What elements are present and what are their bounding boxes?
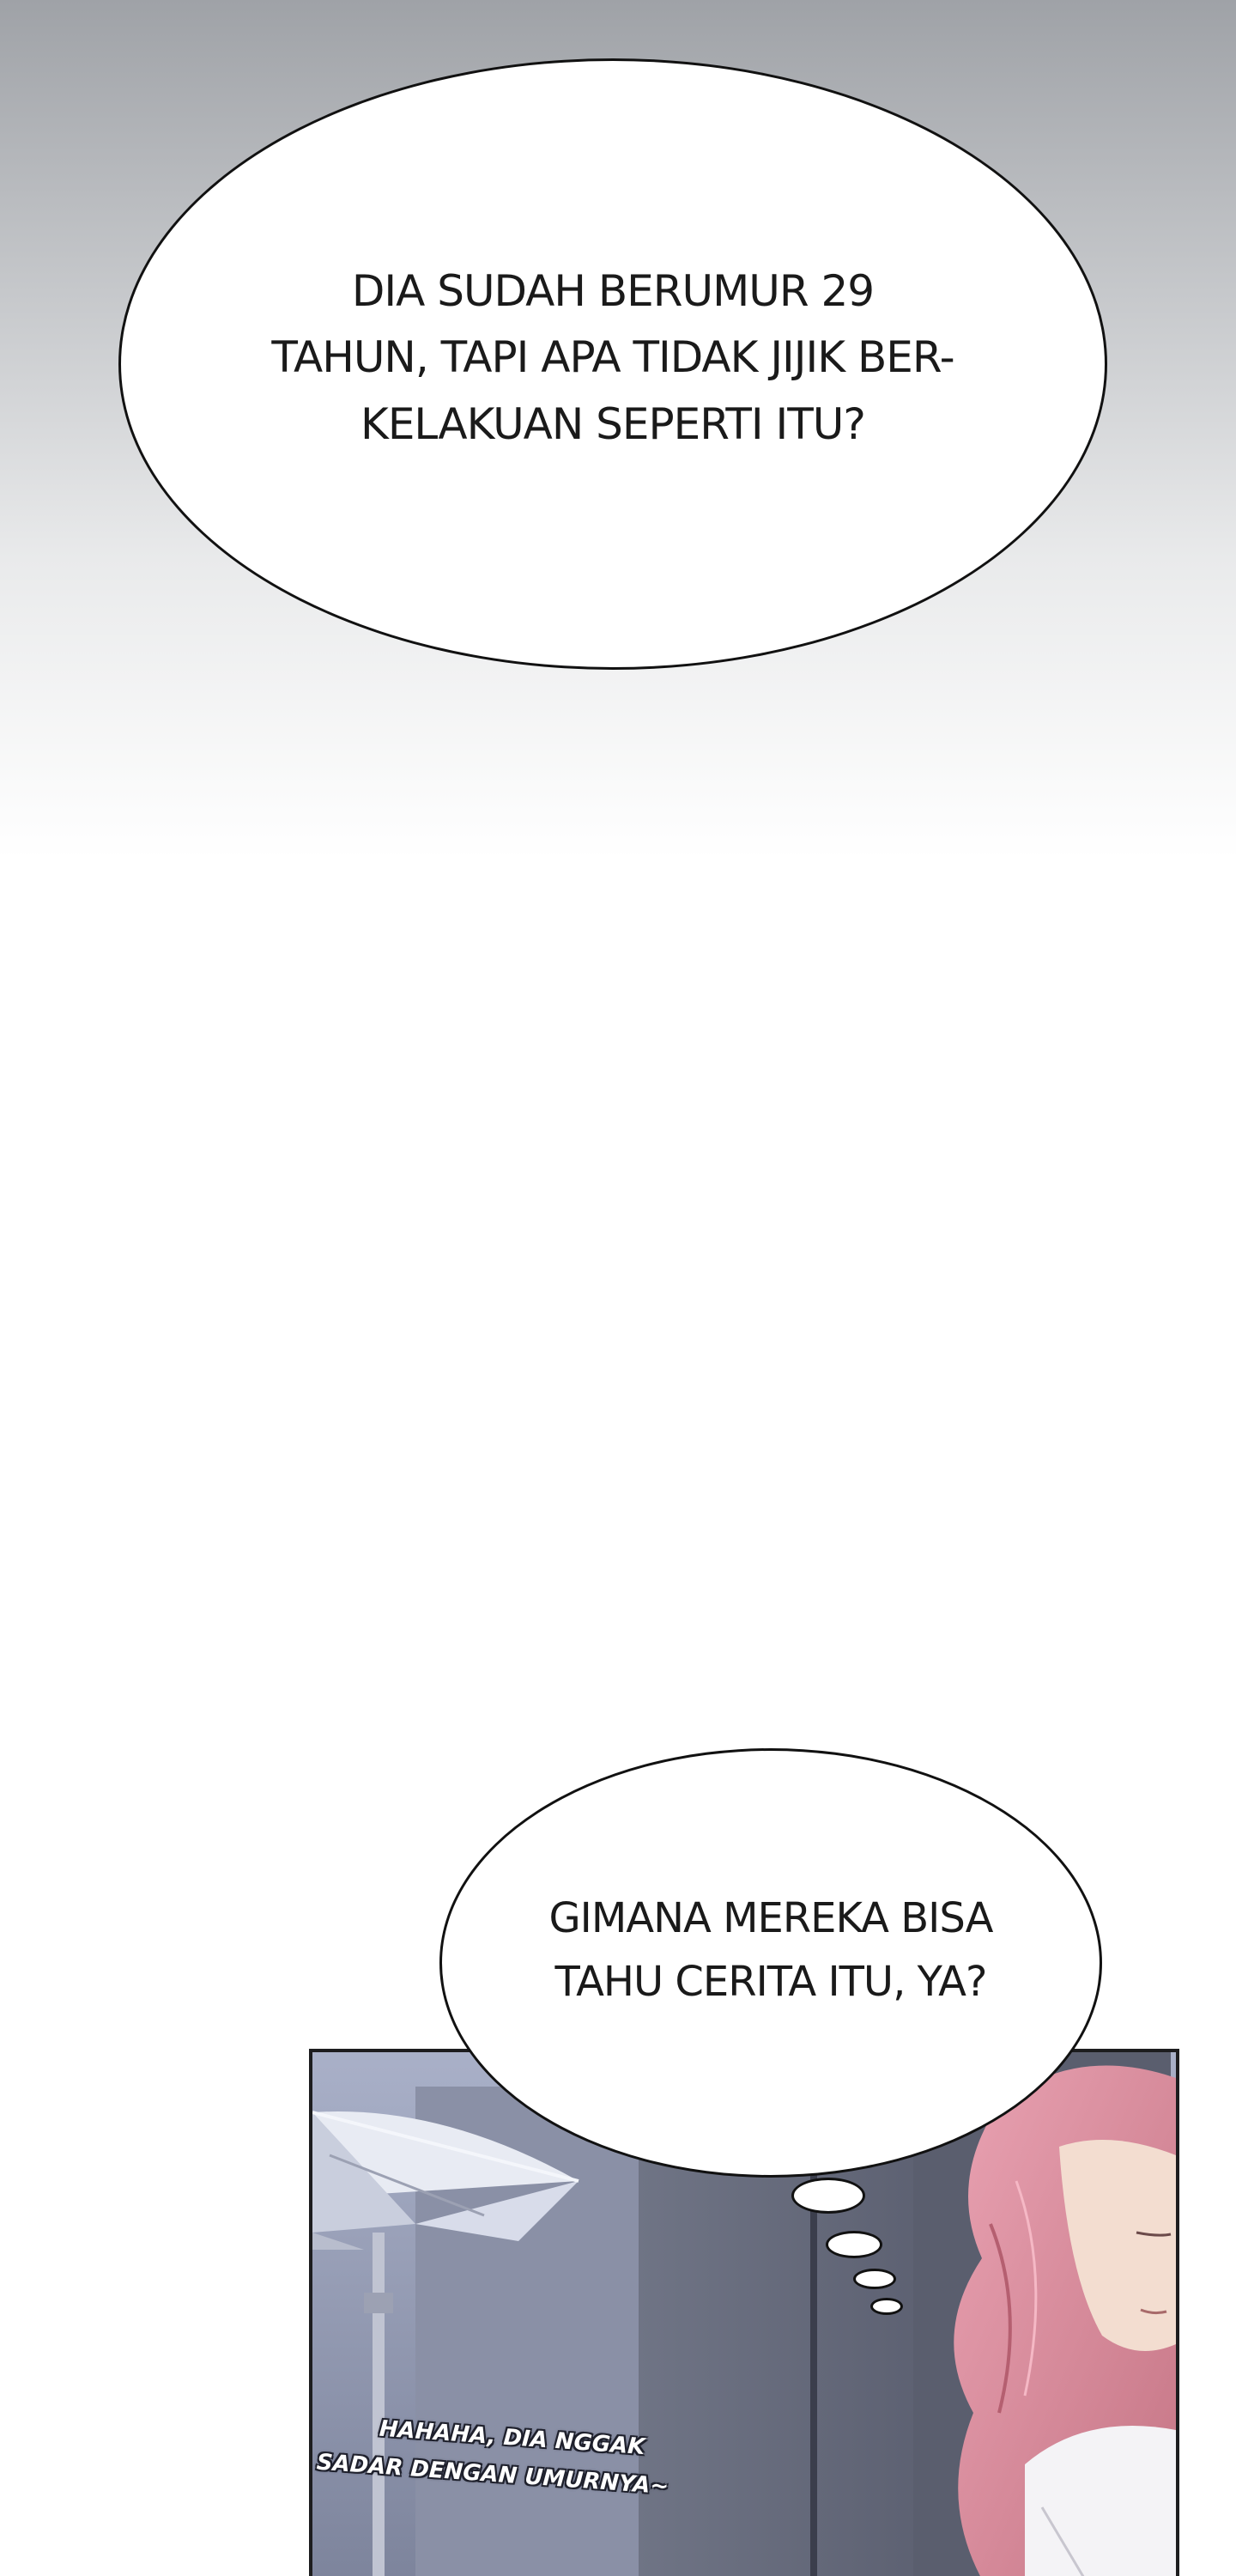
speech-line: KELAKUAN SEPERTI ITU?: [360, 398, 866, 449]
pole: [810, 2155, 817, 2576]
thought-bubble: GIMANA MEREKA BISA TAHU CERITA ITU, YA?: [439, 1748, 1102, 2178]
speech-line: TAHUN, TAPI APA TIDAK JIJIK BER-: [271, 332, 954, 383]
character-figure: [954, 2065, 1176, 2576]
thought-bubble-text: GIMANA MEREKA BISA TAHU CERITA ITU, YA?: [530, 1886, 1011, 2014]
speech-bubble-top: DIA SUDAH BERUMUR 29 TAHUN, TAPI APA TID…: [118, 58, 1107, 670]
thought-tail-dot: [791, 2178, 865, 2214]
speech-bubble-top-text: DIA SUDAH BERUMUR 29 TAHUN, TAPI APA TID…: [244, 258, 982, 459]
speech-line: GIMANA MEREKA BISA: [548, 1893, 993, 1942]
thought-tail-dot: [826, 2231, 882, 2258]
thought-tail-dot: [870, 2298, 903, 2315]
thought-tail-dot: [853, 2269, 896, 2289]
comic-page: DIA SUDAH BERUMUR 29 TAHUN, TAPI APA TID…: [0, 0, 1236, 2576]
speech-line: TAHU CERITA ITU, YA?: [554, 1958, 988, 2006]
speech-line: DIA SUDAH BERUMUR 29: [351, 265, 875, 316]
